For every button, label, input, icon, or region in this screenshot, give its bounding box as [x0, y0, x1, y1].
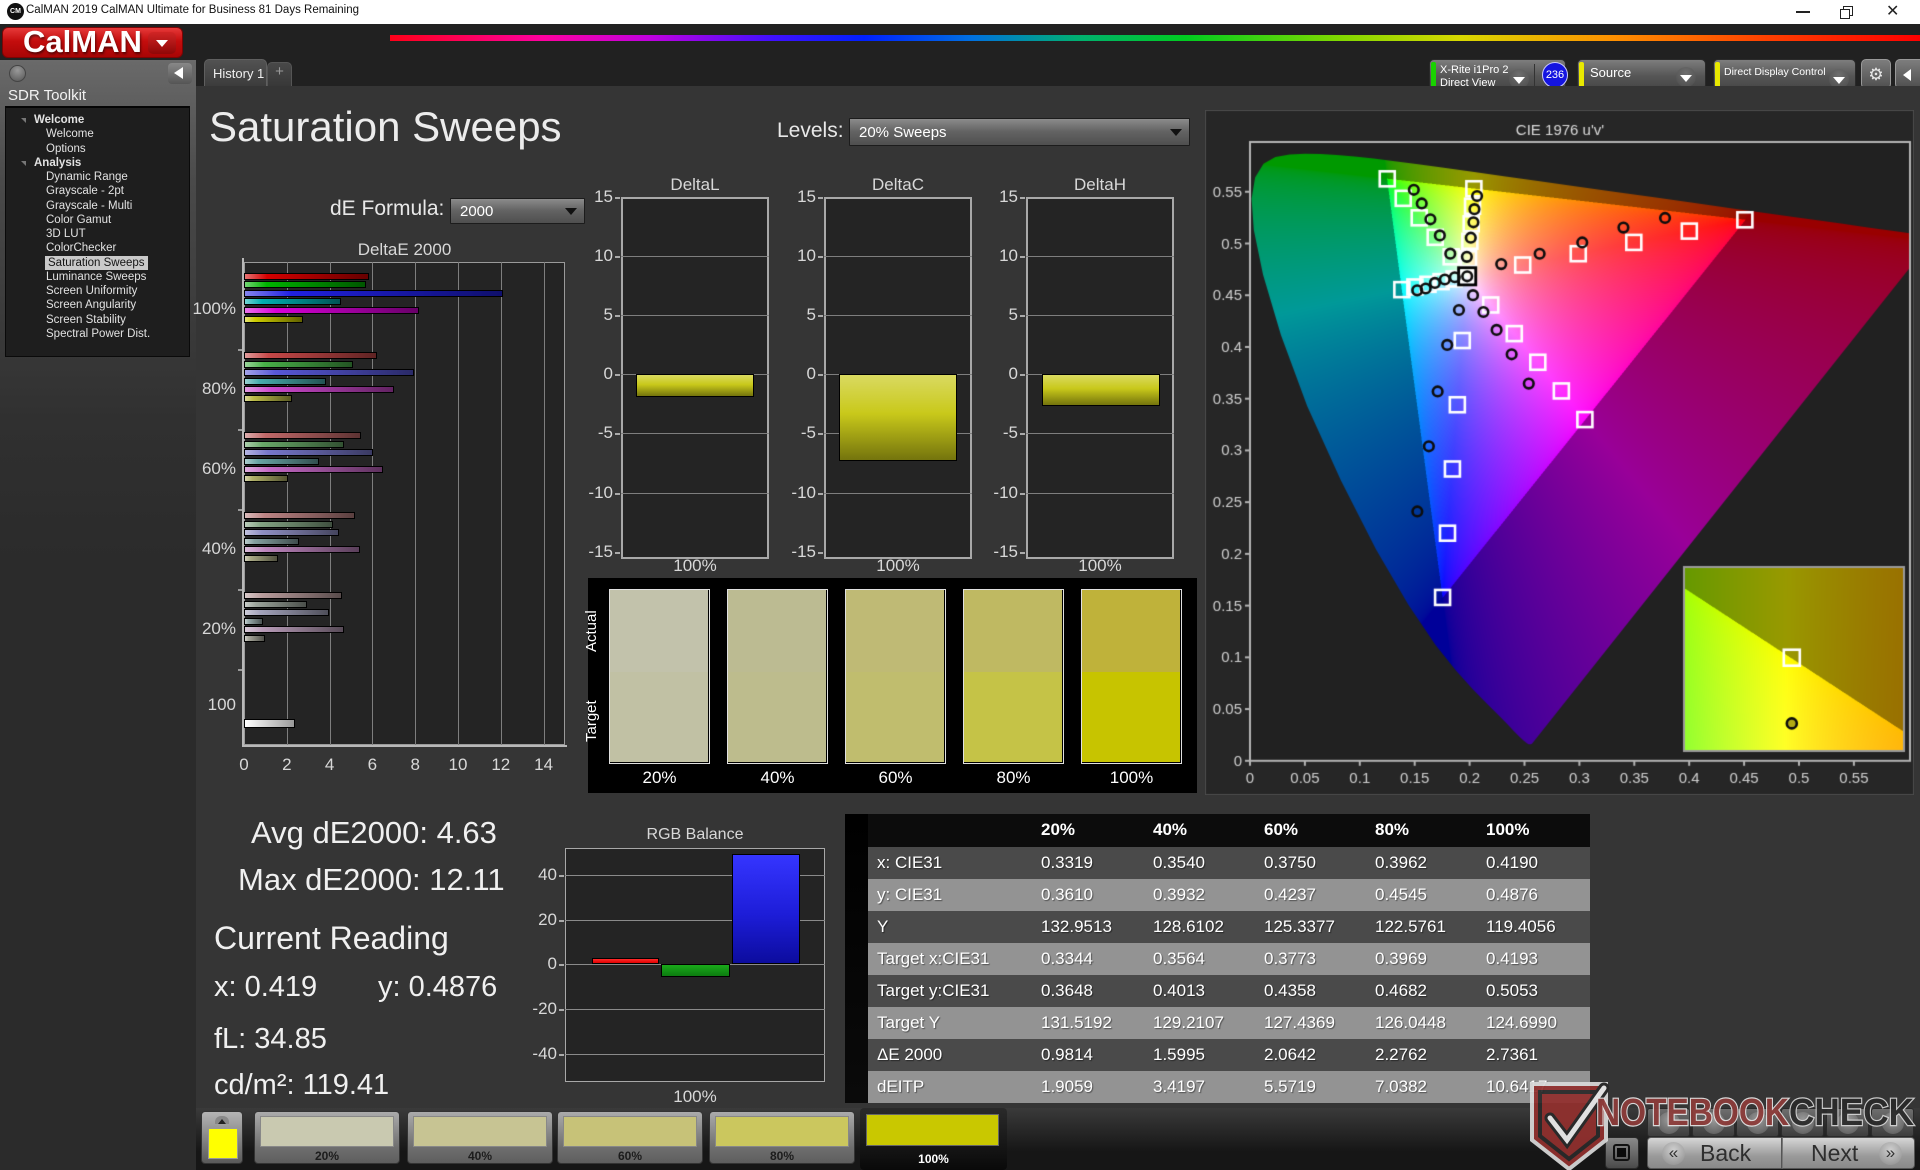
svg-text:NOTEBOOK: NOTEBOOK: [1596, 1092, 1789, 1134]
svg-text:CHECK: CHECK: [1789, 1092, 1915, 1134]
